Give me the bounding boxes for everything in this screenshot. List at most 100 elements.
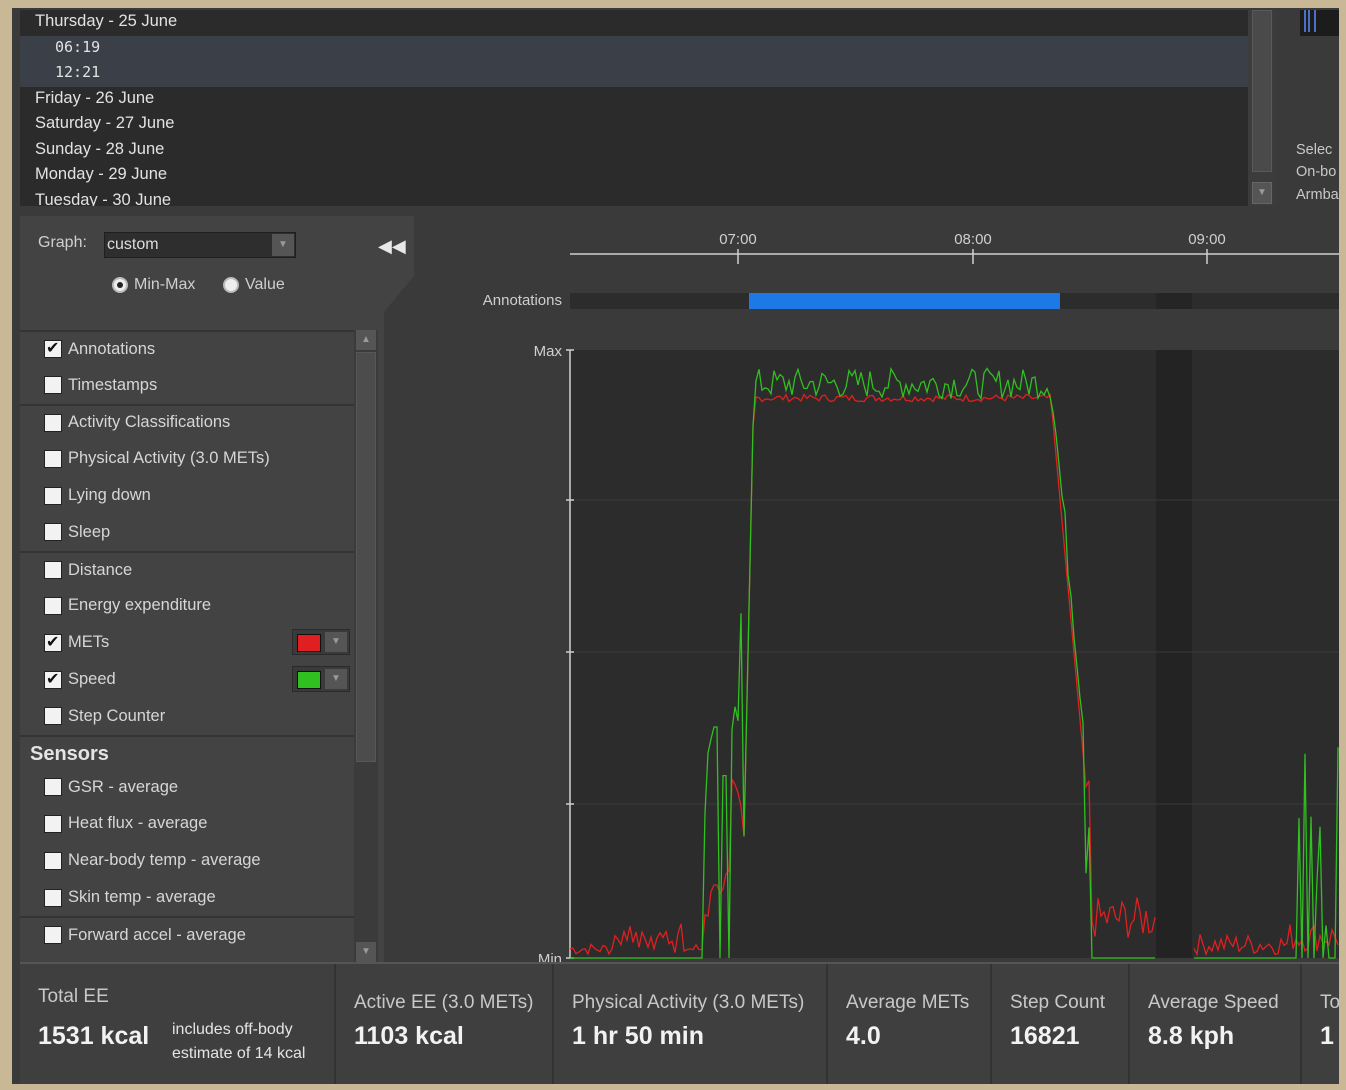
date-list-scrollbar[interactable]: ▼ <box>1248 10 1276 206</box>
radio-value[interactable]: Value <box>223 276 285 294</box>
checklist-label: Distance <box>68 560 133 579</box>
time-tick-label: 09:00 <box>1188 231 1226 248</box>
checklist-label: Activity Classifications <box>68 413 231 432</box>
checkbox-icon[interactable] <box>44 926 62 945</box>
checkbox-icon[interactable] <box>44 814 62 833</box>
scroll-up-icon[interactable]: ▲ <box>356 330 376 350</box>
no-data-band <box>1156 350 1192 958</box>
stat-value: 1 <box>1320 1022 1334 1050</box>
date-list-day[interactable]: Tuesday - 30 June <box>20 189 1248 207</box>
checklist-item-heat-flux[interactable]: Heat flux - average <box>20 806 354 843</box>
scroll-down-icon[interactable]: ▼ <box>356 942 376 962</box>
stat-active-ee: Active EE (3.0 METs) 1103 kcal <box>336 964 554 1084</box>
y-max-label: Max <box>534 343 563 360</box>
date-list-day[interactable]: Sunday - 28 June <box>20 138 1248 164</box>
stat-label: Average Speed <box>1148 992 1279 1013</box>
graph-select[interactable]: custom ▼ <box>104 232 296 258</box>
checklist-item-speed[interactable]: Speed ▼ <box>20 661 354 698</box>
radio-label: Value <box>245 276 285 293</box>
annotation-bar[interactable] <box>749 293 1060 309</box>
checkbox-icon[interactable] <box>44 413 62 432</box>
y-min-label: Min <box>538 951 562 962</box>
scrollbar-thumb[interactable] <box>356 352 376 762</box>
checklist-item-mets[interactable]: METs ▼ <box>20 624 354 661</box>
date-list-day[interactable]: Monday - 29 June <box>20 163 1248 189</box>
checkbox-icon[interactable] <box>44 561 62 580</box>
checklist-item-step-counter[interactable]: Step Counter <box>20 698 354 735</box>
date-list-day[interactable]: Saturday - 27 June <box>20 112 1248 138</box>
checklist-item-forward-accel[interactable]: Forward accel - average <box>20 915 354 953</box>
checkbox-icon[interactable] <box>44 851 62 870</box>
graph-select-value: custom <box>107 236 159 253</box>
checklist-label: Energy expenditure <box>68 596 212 615</box>
checklist-label: Physical Activity (3.0 METs) <box>68 449 270 468</box>
overview-thumbnail[interactable] <box>1300 10 1339 36</box>
radio-dot-icon <box>223 277 239 293</box>
stat-average-speed: Average Speed 8.8 kph <box>1130 964 1302 1084</box>
plot-background <box>570 350 1339 958</box>
stat-label: Physical Activity (3.0 METs) <box>572 992 805 1013</box>
chevron-down-icon[interactable]: ▼ <box>272 234 294 256</box>
checklist-label: Forward accel - average <box>68 925 246 944</box>
checklist-item-sleep[interactable]: Sleep <box>20 514 354 551</box>
checkbox-icon[interactable] <box>44 707 62 726</box>
checklist-item-activity-classifications[interactable]: Activity Classifications <box>20 403 354 441</box>
checklist-item-energy-expenditure[interactable]: Energy expenditure <box>20 588 354 625</box>
checkbox-icon[interactable] <box>44 449 62 468</box>
checkbox-icon[interactable] <box>44 376 62 395</box>
checklist-item-gsr[interactable]: GSR - average <box>20 769 354 806</box>
date-list-day[interactable]: Thursday - 25 June <box>20 10 1248 36</box>
info-line: On-bo <box>1296 164 1337 180</box>
checkbox-checked-icon[interactable] <box>44 338 62 359</box>
info-line: Selec <box>1296 142 1333 158</box>
checklist-label: Heat flux - average <box>68 814 208 833</box>
chevron-down-icon[interactable]: ▼ <box>325 632 347 653</box>
checklist-item-annotations[interactable]: Annotations <box>20 330 354 367</box>
checklist-item-near-body-temp[interactable]: Near-body temp - average <box>20 842 354 879</box>
color-swatch <box>297 671 321 690</box>
checklist-item-distance[interactable]: Distance <box>20 550 354 588</box>
checkbox-checked-icon[interactable] <box>44 632 62 652</box>
scroll-down-icon[interactable]: ▼ <box>1252 182 1272 204</box>
checklist-label: Annotations <box>68 339 156 358</box>
stat-physical-activity: Physical Activity (3.0 METs) 1 hr 50 min <box>554 964 828 1084</box>
stat-label: Active EE (3.0 METs) <box>354 992 534 1013</box>
checklist-item-physical-activity[interactable]: Physical Activity (3.0 METs) <box>20 440 354 477</box>
graph-label: Graph: <box>38 234 87 251</box>
right-info-panel: Selec On-bo Armba <box>1276 8 1339 208</box>
date-list[interactable]: Thursday - 25 June 06:19 12:21 Friday - … <box>20 10 1248 206</box>
radio-min-max[interactable]: Min-Max <box>112 276 195 294</box>
stat-average-mets: Average METs 4.0 <box>828 964 992 1084</box>
checklist-item-timestamps[interactable]: Timestamps <box>20 367 354 404</box>
annotations-gap <box>1156 293 1192 309</box>
layer-checklist: Annotations Timestamps Activity Classifi… <box>20 330 354 962</box>
checklist-item-skin-temp[interactable]: Skin temp - average <box>20 879 354 916</box>
checkbox-checked-icon[interactable] <box>44 669 62 689</box>
checkbox-icon[interactable] <box>44 596 62 615</box>
chevron-down-icon[interactable]: ▼ <box>325 669 347 690</box>
checkbox-icon[interactable] <box>44 888 62 907</box>
left-panel: Graph: custom ▼ Min-Max Value Annotation… <box>20 216 384 962</box>
checkbox-icon[interactable] <box>44 523 62 542</box>
speed-color-picker[interactable]: ▼ <box>292 666 350 693</box>
app-window: Thursday - 25 June 06:19 12:21 Friday - … <box>12 8 1339 1084</box>
mets-color-picker[interactable]: ▼ <box>292 629 350 656</box>
scrollbar-track[interactable] <box>1252 10 1272 172</box>
info-line: Armba <box>1296 187 1339 203</box>
stat-value: 16821 <box>1010 1022 1080 1050</box>
checkbox-icon[interactable] <box>44 778 62 797</box>
chart-area[interactable]: 07:00 08:00 09:00 Annotations Max Min <box>384 216 1339 962</box>
stat-total-truncated: To 1 <box>1302 964 1339 1084</box>
date-list-day[interactable]: Friday - 26 June <box>20 87 1248 113</box>
date-list-time[interactable]: 06:19 <box>20 35 1248 61</box>
checklist-item-lying-down[interactable]: Lying down <box>20 477 354 514</box>
date-list-time[interactable]: 12:21 <box>20 61 1248 87</box>
checklist-label: Skin temp - average <box>68 888 216 907</box>
checklist-label: GSR - average <box>68 777 179 796</box>
time-tick-label: 08:00 <box>954 231 992 248</box>
stat-label: Step Count <box>1010 992 1106 1013</box>
collapse-panel-icon[interactable]: ◀◀ <box>378 236 406 257</box>
time-series-chart[interactable]: 07:00 08:00 09:00 Annotations Max Min <box>384 216 1339 962</box>
checkbox-icon[interactable] <box>44 486 62 505</box>
checklist-scrollbar[interactable]: ▲ ▼ <box>354 330 378 962</box>
